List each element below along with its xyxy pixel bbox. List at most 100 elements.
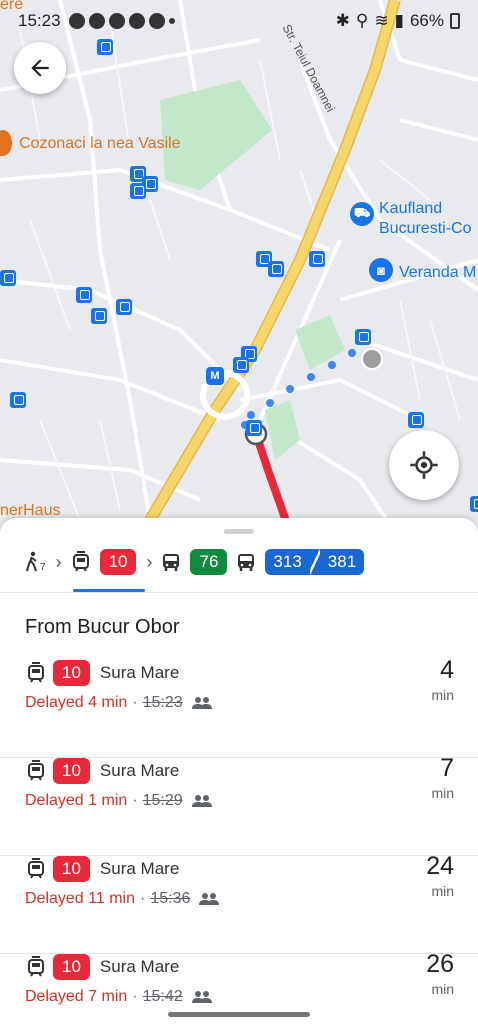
alarm-icon (68, 13, 85, 29)
battery-level: 66% (409, 11, 444, 30)
shopping-pin-icon[interactable]: ⛟ (350, 202, 374, 226)
line-separator (309, 549, 320, 575)
bus-line-pill-76[interactable]: 76 (190, 549, 228, 575)
walk-segment[interactable]: 7 (24, 551, 46, 573)
separator: · (132, 694, 138, 711)
transit-stop-icon[interactable] (268, 261, 284, 277)
transit-stop-icon[interactable] (130, 183, 146, 199)
signal-icon: ▮ (394, 11, 404, 30)
poi-veranda[interactable]: Veranda M (399, 264, 476, 282)
minutes-unit: min (431, 687, 454, 703)
line-pill: 10 (53, 954, 90, 980)
crowding-icon (191, 697, 212, 709)
back-button[interactable] (14, 42, 66, 94)
chevron-right-icon: › (55, 551, 62, 572)
line-pill: 10 (53, 660, 90, 686)
transit-stop-icon[interactable] (355, 329, 371, 345)
crowding-icon (191, 991, 212, 1003)
poi-kaufland-line1[interactable]: Kaufland (379, 200, 442, 218)
separator: · (132, 988, 138, 1005)
departure-line-info: 10 Sura Mare (27, 856, 179, 882)
location-icon: ⚲ (355, 11, 369, 30)
map-view[interactable]: 15:23 ✱ ⚲ ≋ ▮ 66% ere Str. Teiul Doamnei… (0, 0, 478, 540)
chevron-right-icon: › (146, 551, 153, 572)
section-title: From Bucur Obor (25, 616, 180, 638)
notification-icons (68, 13, 175, 29)
delay-text: Delayed 11 min (25, 890, 135, 907)
destination: Sura Mare (99, 663, 180, 682)
walk-icon (26, 551, 37, 572)
status-time: 15:23 (18, 11, 61, 30)
facebook-icon (128, 13, 145, 29)
bus-line-313: 313 (273, 552, 302, 571)
departure-status: Delayed 7 min · 15:42 (25, 988, 213, 1006)
separator: · (132, 792, 138, 809)
transit-stop-icon[interactable] (10, 392, 26, 408)
tram-icon (28, 662, 44, 683)
minutes-until: 24 min (426, 852, 454, 899)
minutes-unit: min (431, 981, 454, 997)
crowding-icon (199, 893, 220, 905)
scheduled-time: 15:42 (142, 988, 183, 1005)
transit-stop-icon[interactable] (116, 299, 132, 315)
departure-status: Delayed 4 min · 15:23 (25, 694, 213, 712)
instagram-icon (148, 13, 165, 29)
scheduled-time: 15:29 (142, 792, 183, 809)
shopping-bag-pin-icon[interactable]: ◙ (369, 258, 393, 282)
battery-icon (450, 13, 460, 29)
scheduled-time: 15:23 (142, 694, 183, 711)
transit-stop-icon[interactable] (470, 496, 478, 512)
divider (0, 592, 478, 593)
transit-stop-icon[interactable] (233, 357, 249, 373)
bus-icon (238, 554, 255, 571)
bus-line-381: 381 (327, 552, 357, 571)
wifi-icon: ≋ (374, 11, 389, 30)
metro-station-icon[interactable]: M (206, 367, 224, 385)
minutes-value: 7 (440, 754, 454, 782)
scheduled-time: 15:36 (150, 890, 191, 907)
tram-icon (28, 858, 44, 879)
delay-text: Delayed 1 min (25, 792, 128, 809)
bus-line-pill-313-381[interactable]: 313 381 (265, 549, 365, 575)
departure-row[interactable]: 10 Sura Mare Delayed 11 min · 15:36 24 m… (0, 852, 478, 954)
bus-icon (163, 554, 180, 571)
transit-stop-icon[interactable] (309, 251, 325, 267)
departure-line-info: 10 Sura Mare (27, 758, 179, 784)
minutes-until: 26 min (426, 950, 454, 997)
poi-cozonaci[interactable]: Cozonaci la nea Vasile (19, 135, 181, 153)
departure-status: Delayed 1 min · 15:29 (25, 792, 213, 810)
departure-row[interactable]: 10 Sura Mare Delayed 4 min · 15:23 4 min (0, 656, 478, 758)
minutes-unit: min (431, 883, 454, 899)
line-pill: 10 (53, 758, 90, 784)
transit-stop-icon[interactable] (0, 270, 16, 286)
minutes-unit: min (431, 785, 454, 801)
poi-kaufland-line2[interactable]: Bucuresti-Co (379, 220, 471, 238)
delay-text: Delayed 4 min (25, 694, 128, 711)
bottom-sheet[interactable]: 7 › 10 › 76 313 381 From Bucur Obor 10 S… (0, 518, 478, 1024)
app-root: 15:23 ✱ ⚲ ≋ ▮ 66% ere Str. Teiul Doamnei… (0, 0, 478, 1024)
transit-stop-icon[interactable] (408, 412, 424, 428)
more-dot-icon (168, 18, 175, 24)
route-summary[interactable]: 7 › 10 › 76 313 381 (24, 546, 365, 578)
tram-line-pill[interactable]: 10 (99, 549, 137, 575)
transit-stop-icon[interactable] (246, 420, 262, 436)
minutes-until: 4 min (431, 656, 454, 703)
walk-minutes: 7 (40, 562, 46, 573)
transit-stop-icon[interactable] (91, 308, 107, 324)
arrow-left-icon (31, 59, 49, 77)
tram-icon (72, 551, 89, 572)
drag-handle[interactable] (224, 529, 254, 534)
separator: · (139, 890, 146, 907)
departure-status: Delayed 11 min · 15:36 (25, 890, 220, 908)
minutes-value: 4 (440, 656, 454, 684)
departure-row[interactable]: 10 Sura Mare Delayed 1 min · 15:29 7 min (0, 754, 478, 856)
destination: Sura Mare (99, 761, 180, 780)
destination: Sura Mare (99, 957, 180, 976)
gesture-nav-bar[interactable] (168, 1012, 310, 1017)
my-location-button[interactable] (389, 430, 459, 500)
status-bar: 15:23 ✱ ⚲ ≋ ▮ 66% (0, 0, 478, 42)
crowding-icon (191, 795, 212, 807)
transit-stop-icon[interactable] (76, 287, 92, 303)
minutes-value: 24 (426, 852, 454, 880)
facebook-icon (88, 13, 105, 29)
